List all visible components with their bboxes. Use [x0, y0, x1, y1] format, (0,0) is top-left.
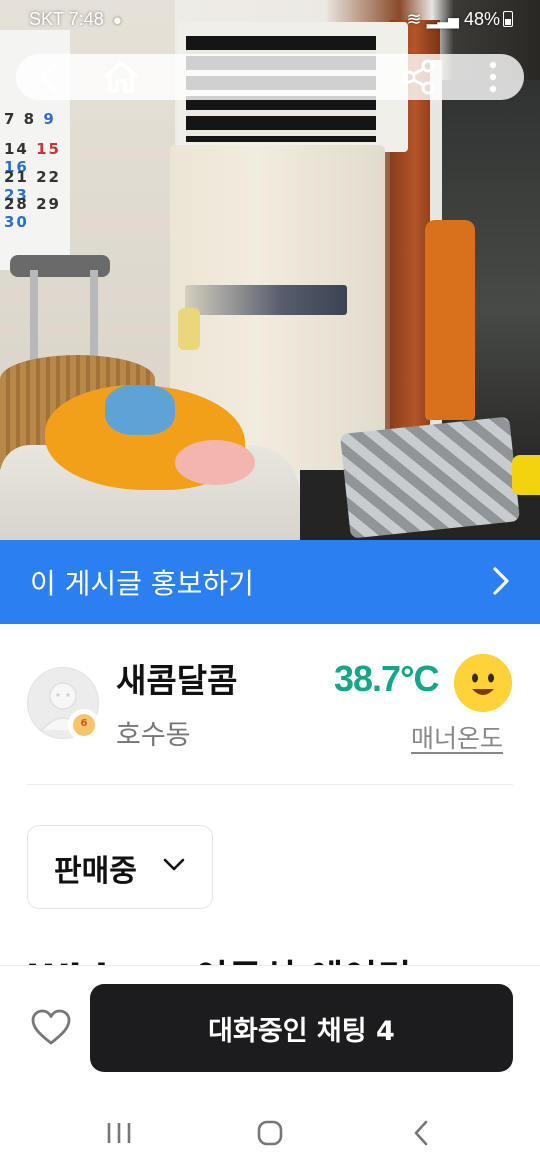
divider — [27, 784, 513, 785]
recent-apps-icon — [107, 1123, 131, 1143]
carrier-time: SKT 7:48 — [29, 9, 104, 29]
promote-post-banner[interactable]: 이 게시글 홍보하기 — [0, 540, 540, 624]
home-button[interactable] — [96, 54, 146, 100]
seller-location: 호수동 — [116, 720, 191, 751]
chat-button-label: 대화중인 채팅 4 — [208, 1015, 395, 1047]
manner-temperature: 38.7°C — [334, 658, 439, 699]
seller-name[interactable]: 새콤달콤 — [116, 654, 237, 702]
more-vertical-icon — [489, 61, 497, 93]
wifi-icon: ≋ — [406, 9, 422, 29]
smiley-face-icon — [454, 654, 512, 712]
more-options-button[interactable] — [468, 54, 518, 100]
like-button[interactable] — [30, 1008, 72, 1050]
recent-apps-button[interactable] — [99, 1113, 139, 1153]
battery-level: 48% — [463, 9, 500, 29]
back-button[interactable] — [24, 54, 74, 100]
back-system-button[interactable] — [401, 1113, 441, 1153]
badge-text: 6 — [80, 718, 88, 729]
chevron-down-icon — [163, 858, 185, 871]
status-bar: SKT 7:48 ● ≋ ▂▃▅ 48% — [0, 0, 540, 44]
sale-status-dropdown[interactable]: 판매중 — [27, 825, 213, 909]
notification-icons: ● — [112, 12, 126, 29]
chevron-left-icon — [40, 61, 58, 93]
badge-icon: 6 — [73, 714, 95, 736]
active-chats-button[interactable]: 대화중인 채팅 4 — [90, 984, 513, 1072]
system-navigation-bar — [0, 1095, 540, 1170]
seller-badge: 6 — [68, 709, 100, 741]
share-icon — [402, 59, 435, 95]
share-button[interactable] — [394, 54, 444, 100]
home-circle-icon — [257, 1120, 283, 1146]
chevron-right-icon — [493, 567, 509, 595]
home-system-button[interactable] — [250, 1113, 290, 1153]
heart-outline-icon — [31, 1009, 71, 1045]
home-icon — [104, 61, 138, 93]
sale-status-label: 판매중 — [54, 854, 137, 889]
manner-temperature-link[interactable]: 매너온도 — [411, 719, 503, 755]
battery-icon — [503, 11, 513, 27]
back-chevron-icon — [414, 1120, 428, 1146]
promote-label: 이 게시글 홍보하기 — [30, 567, 254, 600]
top-nav-bar — [16, 54, 524, 100]
signal-icon: ▂▃▅ — [426, 12, 459, 28]
